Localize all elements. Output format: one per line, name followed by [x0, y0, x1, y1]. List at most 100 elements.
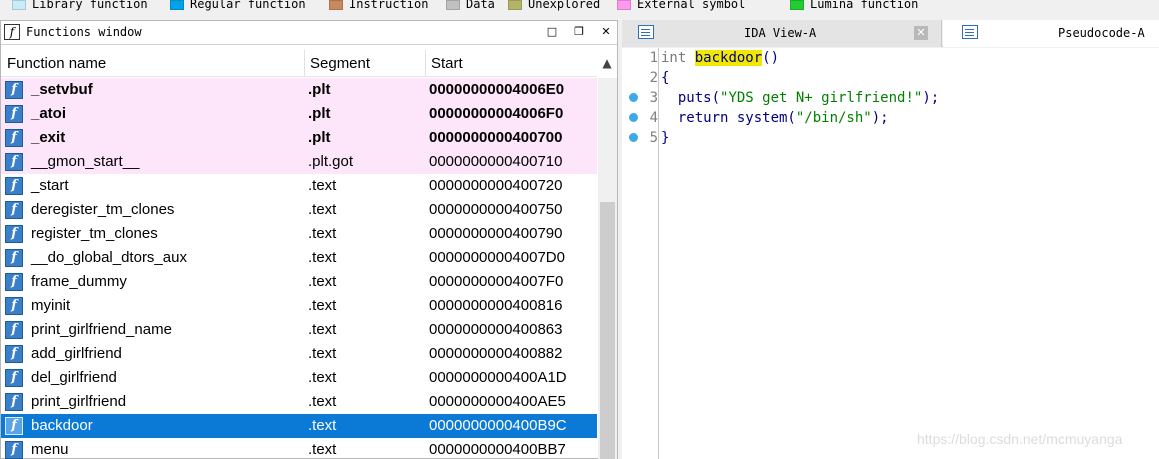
- function-start-address: 0000000000400720: [429, 177, 563, 194]
- close-icon[interactable]: ✕: [598, 24, 614, 40]
- legend-swatch: [446, 0, 460, 10]
- function-segment: .text: [308, 321, 337, 338]
- col-start[interactable]: Start: [425, 50, 597, 77]
- functions-window: f Functions window □ ❐ ✕ Function name S…: [0, 20, 618, 459]
- function-row[interactable]: f __gmon_start__ .plt.got 0000000000400710: [1, 150, 597, 174]
- code-line[interactable]: puts("YDS get N+ girlfriend!");: [661, 90, 939, 106]
- legend-item: External symbol: [617, 0, 745, 12]
- function-name: _atoi: [31, 105, 67, 122]
- code-line[interactable]: int backdoor(): [661, 50, 779, 66]
- function-name: print_girlfriend: [31, 393, 127, 410]
- highlighted-function-name[interactable]: backdoor: [694, 50, 763, 66]
- line-number: 3: [649, 90, 658, 106]
- function-name: __do_global_dtors_aux: [31, 249, 187, 266]
- function-name: backdoor: [31, 417, 93, 434]
- function-row[interactable]: f __do_global_dtors_aux .text 0000000000400…: [1, 246, 597, 270]
- code-token: );: [922, 90, 940, 106]
- function-start-address: 0000000000400A1D: [429, 369, 567, 386]
- function-icon: f: [5, 297, 23, 315]
- function-row[interactable]: f deregister_tm_clones .text 00000000004007…: [1, 198, 597, 222]
- tab-label: IDA View-A: [744, 26, 817, 40]
- legend-item: Regular function: [170, 0, 306, 12]
- function-segment: .text: [308, 297, 337, 314]
- col-segment[interactable]: Segment: [304, 50, 425, 77]
- function-name: _exit: [31, 129, 66, 146]
- line-number: 1: [649, 50, 658, 66]
- code-token: );: [871, 110, 889, 126]
- line-number: 2: [649, 70, 658, 86]
- legend-label: Instruction: [349, 0, 429, 11]
- function-icon: f: [5, 129, 23, 147]
- function-row[interactable]: f _atoi .plt 00000000004006F0: [1, 102, 597, 126]
- function-row[interactable]: f menu .text 0000000000400BB7: [1, 438, 597, 459]
- function-start-address: 0000000000400BB7: [429, 441, 566, 458]
- function-segment: .text: [308, 417, 337, 434]
- legend-item: Data: [446, 0, 495, 12]
- legend-item: Library function: [12, 0, 148, 12]
- function-start-address: 0000000000400750: [429, 201, 563, 218]
- function-segment: .text: [308, 201, 337, 218]
- scrollbar-thumb[interactable]: [600, 202, 615, 459]
- function-row[interactable]: f register_tm_clones .text 0000000000400790: [1, 222, 597, 246]
- legend-label: Regular function: [190, 0, 306, 11]
- function-segment: .text: [308, 249, 337, 266]
- function-start-address: 0000000000400790: [429, 225, 563, 242]
- minimize-icon[interactable]: □: [544, 24, 560, 40]
- function-row[interactable]: f print_girlfriend_name .text 0000000000400…: [1, 318, 597, 342]
- function-name: add_girlfriend: [31, 345, 122, 362]
- function-name: deregister_tm_clones: [31, 201, 175, 218]
- scroll-up-arrow-icon[interactable]: ▲: [597, 50, 617, 77]
- function-icon: f: [4, 24, 20, 40]
- breakpoint-dot-icon[interactable]: [629, 133, 638, 142]
- function-segment: .text: [308, 441, 337, 458]
- color-legend: Library function Regular function Instruct…: [0, 0, 1159, 14]
- tab-pseudocode[interactable]: Pseudocode-A: [943, 20, 1159, 47]
- function-name: register_tm_clones: [31, 225, 158, 242]
- code-line[interactable]: {: [661, 70, 669, 86]
- function-name: _setvbuf: [31, 81, 93, 98]
- function-segment: .text: [308, 345, 337, 362]
- function-row[interactable]: f print_girlfriend .text 0000000000400AE5: [1, 390, 597, 414]
- pseudocode-view[interactable]: 1 2 3 4 5 int backdoor() { puts("YDS get…: [622, 48, 1159, 459]
- code-line[interactable]: }: [661, 130, 669, 146]
- function-start-address: 00000000004006F0: [429, 105, 564, 122]
- function-start-address: 0000000000400AE5: [429, 393, 566, 410]
- type-keyword: int: [661, 50, 687, 66]
- function-row[interactable]: f backdoor .text 0000000000400B9C: [1, 414, 597, 438]
- function-row[interactable]: f myinit .text 0000000000400816: [1, 294, 597, 318]
- function-icon: f: [5, 177, 23, 195]
- view-tabs: IDA View-A ✕ Pseudocode-A: [622, 20, 1159, 47]
- function-segment: .plt: [308, 129, 331, 146]
- restore-icon[interactable]: ❐: [571, 24, 587, 40]
- breakpoint-dot-icon[interactable]: [629, 93, 638, 102]
- tab-close-icon[interactable]: ✕: [914, 26, 928, 40]
- legend-swatch: [508, 0, 522, 10]
- function-start-address: 0000000000400B9C: [429, 417, 567, 434]
- function-row[interactable]: f _setvbuf .plt 00000000004006E0: [1, 78, 597, 102]
- function-start-address: 00000000004006E0: [429, 81, 565, 98]
- function-start-address: 0000000000400700: [429, 129, 563, 146]
- function-start-address: 0000000000400816: [429, 297, 563, 314]
- breakpoint-dot-icon[interactable]: [629, 113, 638, 122]
- code-line[interactable]: return system("/bin/sh");: [661, 110, 889, 126]
- function-icon: f: [5, 201, 23, 219]
- legend-swatch: [12, 0, 26, 10]
- function-row[interactable]: f add_girlfriend .text 0000000000400882: [1, 342, 597, 366]
- window-title: Functions window: [26, 25, 142, 39]
- function-row[interactable]: f frame_dummy .text 00000000004007F0: [1, 270, 597, 294]
- legend-label: Lumina function: [810, 0, 919, 11]
- legend-swatch: [170, 0, 184, 10]
- col-function-name[interactable]: Function name: [1, 50, 304, 77]
- function-row[interactable]: f _exit .plt 0000000000400700: [1, 126, 597, 150]
- function-icon: f: [5, 105, 23, 123]
- function-name: frame_dummy: [31, 273, 127, 290]
- code-token: (): [762, 50, 780, 66]
- function-segment: .text: [308, 369, 337, 386]
- function-icon: f: [5, 369, 23, 387]
- function-name: print_girlfriend_name: [31, 321, 172, 338]
- legend-swatch: [617, 0, 631, 10]
- tab-ida-view[interactable]: IDA View-A ✕: [622, 20, 942, 47]
- vertical-scrollbar[interactable]: [598, 78, 617, 459]
- function-row[interactable]: f _start .text 0000000000400720: [1, 174, 597, 198]
- function-row[interactable]: f del_girlfriend .text 0000000000400A1D: [1, 366, 597, 390]
